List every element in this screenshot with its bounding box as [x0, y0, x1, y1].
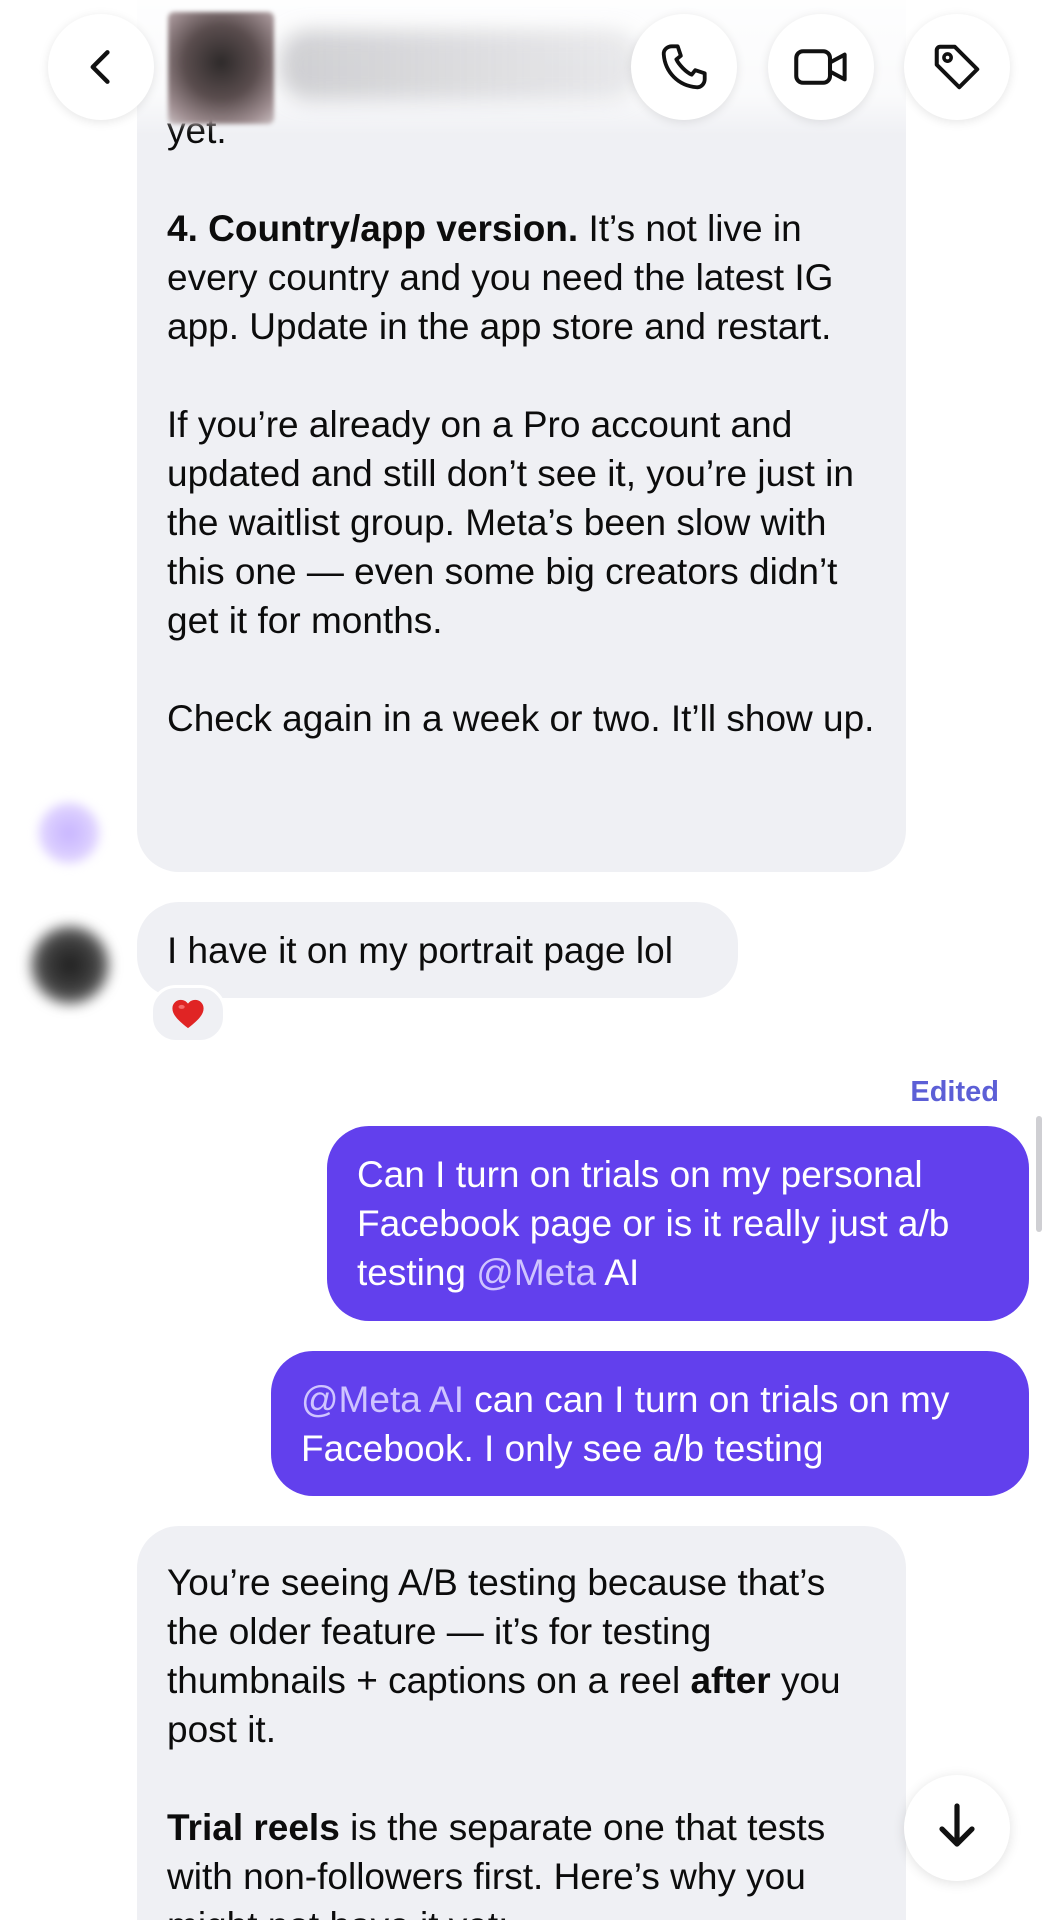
outgoing-message-bubble[interactable]: Can I turn on trials on my personal Face…	[327, 1126, 1029, 1321]
message-paragraph: Trial reels is the separate one that tes…	[167, 1807, 826, 1920]
outgoing-message-bubble[interactable]: @Meta AI can can I turn on trials on my …	[271, 1351, 1029, 1496]
video-call-button[interactable]	[768, 14, 874, 120]
phone-icon	[657, 40, 711, 94]
message-paragraph: If you’re already on a Pro account and u…	[167, 404, 854, 641]
mention-link[interactable]: @Meta	[476, 1252, 596, 1293]
contact-profile-photo[interactable]	[168, 12, 274, 124]
message-paragraph: 4. Country/app version. It’s not live in…	[167, 204, 876, 351]
edited-label: Edited	[910, 1076, 999, 1108]
scroll-to-bottom-button[interactable]	[904, 1775, 1010, 1881]
tag-icon	[930, 40, 984, 94]
voice-call-button[interactable]	[631, 14, 737, 120]
heart-emoji-icon	[171, 998, 205, 1030]
message-bold-text: after	[690, 1660, 771, 1701]
message-paragraph: Check again in a week or two. It’ll show…	[167, 698, 875, 739]
ai-message-bubble[interactable]: You’re seeing A/B testing because that’s…	[137, 1526, 906, 1920]
incoming-message-bubble[interactable]: I have it on my portrait page lol	[137, 902, 738, 998]
contact-avatar[interactable]	[30, 925, 110, 1005]
scrollbar[interactable]	[1036, 1116, 1042, 1232]
video-camera-icon	[791, 40, 851, 94]
message-bold-text: 4. Country/app version.	[167, 208, 579, 249]
message-paragraph: You’re seeing A/B testing because that’s…	[167, 1562, 841, 1750]
message-text: @Meta AI can can I turn on trials on my …	[301, 1379, 950, 1469]
mention-link[interactable]: @Meta AI	[301, 1379, 464, 1420]
tag-button[interactable]	[904, 14, 1010, 120]
message-text: Can I turn on trials on my personal Face…	[357, 1154, 950, 1293]
message-bold-text: Trial reels	[167, 1807, 340, 1848]
arrow-down-icon	[933, 1800, 981, 1857]
heart-reaction[interactable]	[150, 985, 226, 1043]
message-text: I have it on my portrait page lol	[167, 930, 673, 971]
chevron-left-icon	[79, 45, 123, 89]
back-button[interactable]	[48, 14, 154, 120]
meta-ai-avatar[interactable]	[38, 802, 100, 864]
contact-name[interactable]	[280, 30, 640, 100]
